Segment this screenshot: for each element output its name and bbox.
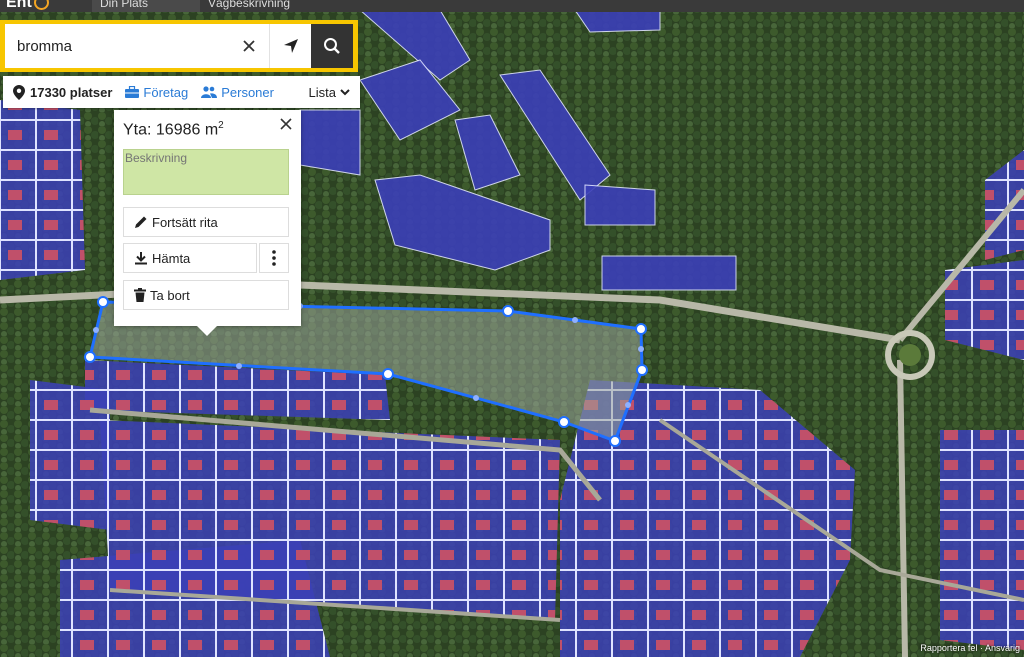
tab-label: Vägbeskrivning	[208, 0, 291, 10]
polygon-midpoint[interactable]	[93, 327, 99, 333]
polygon-vertex[interactable]	[97, 296, 109, 308]
delete-label: Ta bort	[150, 287, 190, 303]
clear-search-button[interactable]	[228, 24, 271, 68]
download-label: Hämta	[152, 250, 191, 266]
area-measurement: Yta: 16986 m2	[123, 120, 224, 139]
building-block	[574, 9, 661, 33]
polygon-vertex[interactable]	[609, 435, 621, 447]
search-icon	[324, 38, 340, 54]
map-pin-icon	[13, 84, 25, 100]
polygon-midpoint[interactable]	[638, 346, 644, 352]
list-dropdown[interactable]: Lista	[309, 85, 350, 100]
polygon-vertex[interactable]	[382, 368, 394, 380]
more-options-button[interactable]	[259, 243, 289, 273]
terms-link[interactable]: Ansvarig	[985, 643, 1020, 653]
polygon-midpoint[interactable]	[236, 363, 242, 369]
polygon-vertex[interactable]	[84, 351, 96, 363]
briefcase-icon	[125, 86, 140, 98]
top-navigation: Ent Din Plats Vägbeskrivning	[0, 0, 1024, 12]
result-count: 17330 platser	[13, 84, 113, 100]
persons-filter-link[interactable]: Personer	[201, 85, 274, 100]
download-icon	[135, 252, 147, 265]
download-button[interactable]: Hämta	[123, 243, 257, 273]
list-label: Lista	[308, 84, 336, 100]
search-bar	[5, 24, 353, 68]
polygon-vertex[interactable]	[502, 305, 514, 317]
tab-vagbeskrivning[interactable]: Vägbeskrivning	[200, 0, 326, 12]
polygon-vertex[interactable]	[635, 323, 647, 335]
companies-label: Företag	[143, 84, 189, 100]
logo-dot-icon	[33, 0, 49, 11]
polygon-midpoint[interactable]	[572, 317, 578, 323]
people-icon	[201, 86, 218, 98]
polygon-vertex[interactable]	[558, 416, 570, 428]
chevron-down-icon	[340, 88, 350, 95]
search-input[interactable]	[5, 24, 228, 68]
parcel-zone-west	[0, 100, 85, 280]
tab-din-plats[interactable]: Din Plats	[92, 0, 200, 12]
result-count-text: 17330 platser	[30, 84, 113, 100]
parcel-zone-bottom-left	[60, 540, 330, 657]
tab-label: Din Plats	[100, 0, 149, 10]
pencil-icon	[135, 216, 147, 228]
logo-text: Ent	[6, 0, 32, 11]
description-field[interactable]	[123, 149, 289, 195]
roundabout-center	[899, 344, 921, 366]
results-bar: 17330 platser Företag Personer Lista	[3, 76, 360, 108]
building-block	[299, 109, 361, 176]
report-error-link[interactable]: Rapportera fel	[920, 643, 977, 653]
footer-separator: ·	[979, 643, 983, 653]
my-location-button[interactable]	[270, 24, 311, 68]
building-block	[584, 184, 656, 226]
more-vertical-icon	[272, 250, 276, 266]
polygon-midpoint[interactable]	[473, 395, 479, 401]
building-block	[601, 255, 737, 291]
delete-button[interactable]: Ta bort	[123, 280, 289, 310]
location-arrow-icon	[283, 39, 298, 53]
search-panel	[0, 20, 358, 72]
persons-label: Personer	[221, 84, 274, 100]
continue-drawing-label: Fortsätt rita	[152, 214, 218, 230]
parcel-zone-sw	[30, 380, 110, 530]
parcel-zone-east	[940, 430, 1024, 650]
area-info-popup: Yta: 16986 m2 Fortsätt rita Hämta Ta bor…	[114, 110, 301, 336]
close-icon	[242, 40, 255, 52]
companies-filter-link[interactable]: Företag	[125, 85, 188, 100]
search-button[interactable]	[311, 24, 353, 68]
close-icon	[280, 118, 292, 130]
map-footer: Rapportera fel · Ansvarig	[920, 643, 1024, 653]
trash-icon	[134, 288, 146, 302]
close-popup-button[interactable]	[280, 118, 292, 133]
continue-drawing-button[interactable]: Fortsätt rita	[123, 207, 289, 237]
polygon-midpoint[interactable]	[625, 402, 631, 408]
area-value: Yta: 16986 m	[123, 121, 219, 139]
polygon-vertex[interactable]	[636, 364, 648, 376]
app-logo[interactable]: Ent	[6, 0, 49, 12]
area-unit-superscript: 2	[218, 120, 224, 131]
